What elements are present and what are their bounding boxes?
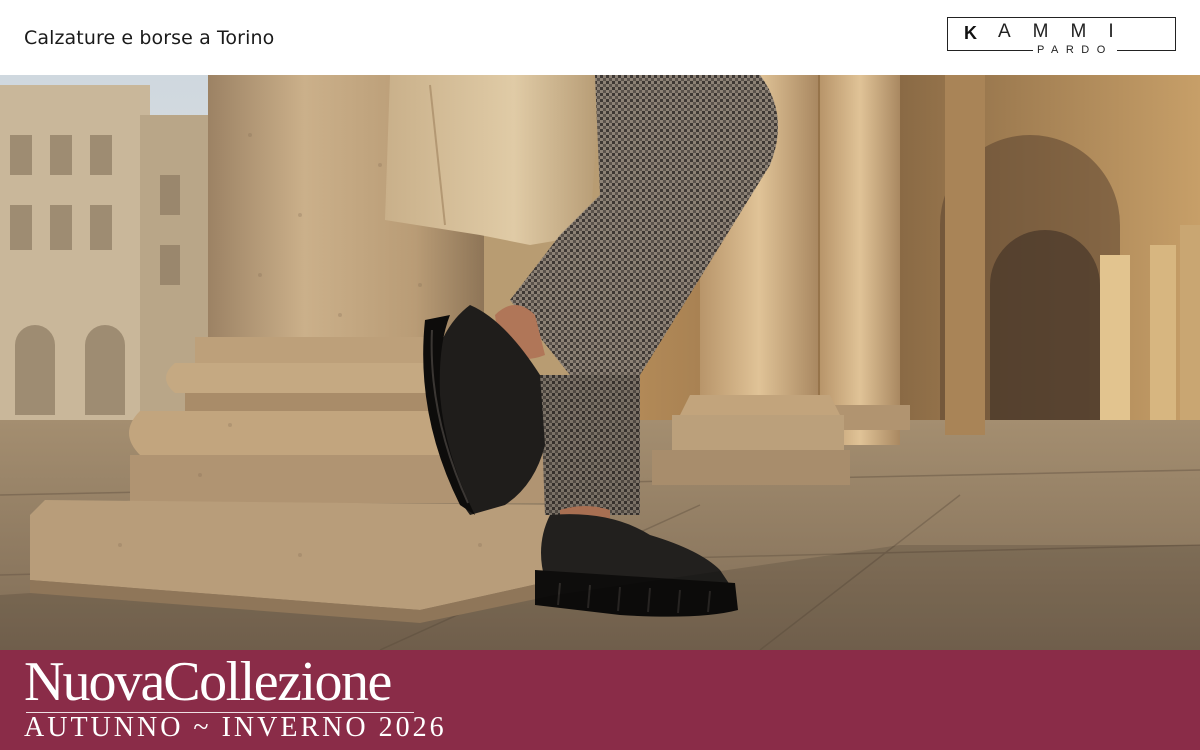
headline-part-nuova: Nuova: [24, 651, 165, 713]
hero-image: [0, 75, 1200, 650]
logo-initial: K: [964, 23, 977, 43]
logo-subtitle: PARDO: [1033, 44, 1117, 56]
hero-photo-illustration: [0, 75, 1200, 650]
headline-part-collezione: Collezione: [163, 651, 392, 713]
site-header: Calzature e borse a Torino K AMMI PARDO: [0, 0, 1200, 75]
brand-logo[interactable]: K AMMI PARDO: [947, 17, 1176, 59]
logo-wordmark: AMMI: [998, 21, 1136, 42]
collection-headline: NuovaCollezione: [24, 651, 392, 713]
season-label: AUTUNNO ~ INVERNO 2026: [24, 712, 447, 743]
site-tagline: Calzature e borse a Torino: [24, 27, 275, 49]
